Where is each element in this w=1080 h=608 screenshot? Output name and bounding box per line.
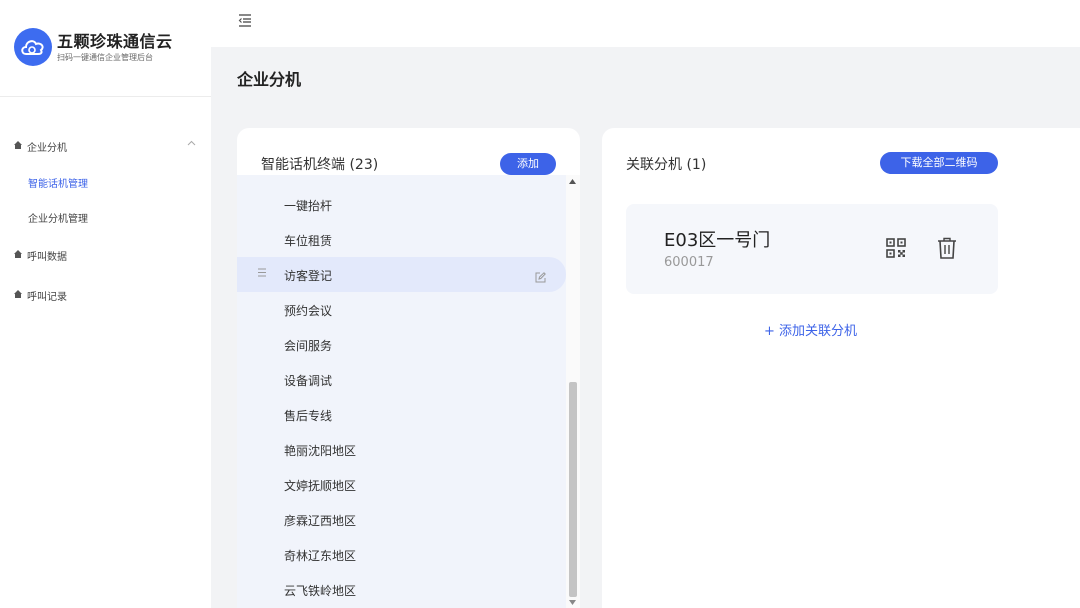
home-icon: [14, 141, 24, 152]
qr-code-icon[interactable]: [886, 238, 906, 262]
list-item-label: 售后专线: [284, 409, 333, 423]
logo-area: 五颗珍珠通信云 扫码一键通信企业管理后台: [0, 0, 211, 97]
sidebar: 五颗珍珠通信云 扫码一键通信企业管理后台 企业分机 智能话机管理 企业分机管理 …: [0, 0, 211, 608]
nav-group-enterprise-extension[interactable]: 企业分机: [14, 139, 67, 154]
home-icon: [14, 290, 24, 301]
list-item[interactable]: 售后专线: [237, 397, 566, 432]
list-item[interactable]: 车位租赁: [237, 222, 566, 257]
brand-tagline: 扫码一键通信企业管理后台: [57, 53, 153, 62]
cloud-logo-icon: [14, 28, 52, 66]
sidebar-item-extension-management[interactable]: 企业分机管理: [28, 210, 88, 225]
home-icon: [14, 250, 24, 261]
extension-code: 600017: [664, 255, 714, 270]
list-item[interactable]: 会间服务: [237, 327, 566, 362]
list-item-label: 彦霖辽西地区: [284, 514, 357, 528]
download-all-qr-button[interactable]: 下载全部二维码: [880, 152, 998, 174]
menu-fold-icon[interactable]: [237, 12, 253, 28]
chevron-up-icon[interactable]: [187, 139, 196, 149]
list-item-label: 车位租赁: [284, 234, 333, 248]
list-item-label: 一键抬杆: [284, 199, 333, 213]
nav-group-call-records[interactable]: 呼叫记录: [14, 288, 67, 303]
top-bar: [211, 0, 1080, 47]
trash-icon[interactable]: [937, 237, 957, 263]
list-item-label: 访客登记: [284, 269, 333, 283]
extension-card: E03区一号门 600017: [626, 204, 998, 294]
linked-extension-panel: 关联分机 (1) 下载全部二维码 E03区一号门 600017 + 添加关联分机: [602, 128, 1080, 608]
nav-group-label: 呼叫记录: [27, 292, 67, 303]
terminal-list-scrollbar[interactable]: [566, 175, 580, 608]
list-item[interactable]: 预约会议: [237, 292, 566, 327]
scroll-down-arrow-icon[interactable]: [569, 599, 576, 607]
sidebar-item-smart-phone-management[interactable]: 智能话机管理: [28, 175, 88, 190]
extension-name: E03区一号门: [664, 230, 771, 251]
nav-group-call-data[interactable]: 呼叫数据: [14, 248, 67, 263]
scrollbar-thumb[interactable]: [569, 382, 577, 597]
list-item[interactable]: 设备调试: [237, 362, 566, 397]
nav-group-label: 企业分机: [27, 143, 67, 154]
list-item[interactable]: 文婷抚顺地区: [237, 467, 566, 502]
list-item-label: 会间服务: [284, 339, 333, 353]
terminal-panel: 智能话机终端 (23) 添加 一键抬杆 车位租赁 访客登记 预约会议 会间服务 …: [237, 128, 580, 608]
add-linked-extension-link[interactable]: + 添加关联分机: [764, 320, 857, 339]
page-title: 企业分机: [237, 70, 302, 89]
list-item-active[interactable]: 访客登记: [237, 257, 566, 292]
list-item[interactable]: 艳丽沈阳地区: [237, 432, 566, 467]
list-item-label: 设备调试: [284, 374, 333, 388]
list-item-label: 文婷抚顺地区: [284, 479, 357, 493]
scroll-up-arrow-icon[interactable]: [569, 178, 576, 186]
list-item[interactable]: 奇林辽东地区: [237, 537, 566, 572]
nav-group-label: 呼叫数据: [27, 252, 67, 263]
brand-name: 五颗珍珠通信云: [57, 32, 173, 51]
list-item[interactable]: 一键抬杆: [237, 187, 566, 222]
list-item-label: 奇林辽东地区: [284, 549, 357, 563]
list-item[interactable]: 云飞铁岭地区: [237, 572, 566, 607]
edit-icon[interactable]: [535, 268, 546, 287]
linked-panel-title: 关联分机 (1): [626, 157, 707, 173]
terminal-list: 一键抬杆 车位租赁 访客登记 预约会议 会间服务 设备调试 售后专线 艳丽沈阳地…: [237, 175, 566, 608]
drag-handle-icon[interactable]: [258, 267, 266, 280]
list-item[interactable]: 彦霖辽西地区: [237, 502, 566, 537]
add-terminal-button[interactable]: 添加: [500, 153, 556, 175]
terminal-panel-title: 智能话机终端 (23): [261, 157, 379, 173]
list-item-label: 艳丽沈阳地区: [284, 444, 357, 458]
list-item-label: 云飞铁岭地区: [284, 584, 357, 598]
list-item-label: 预约会议: [284, 304, 333, 318]
